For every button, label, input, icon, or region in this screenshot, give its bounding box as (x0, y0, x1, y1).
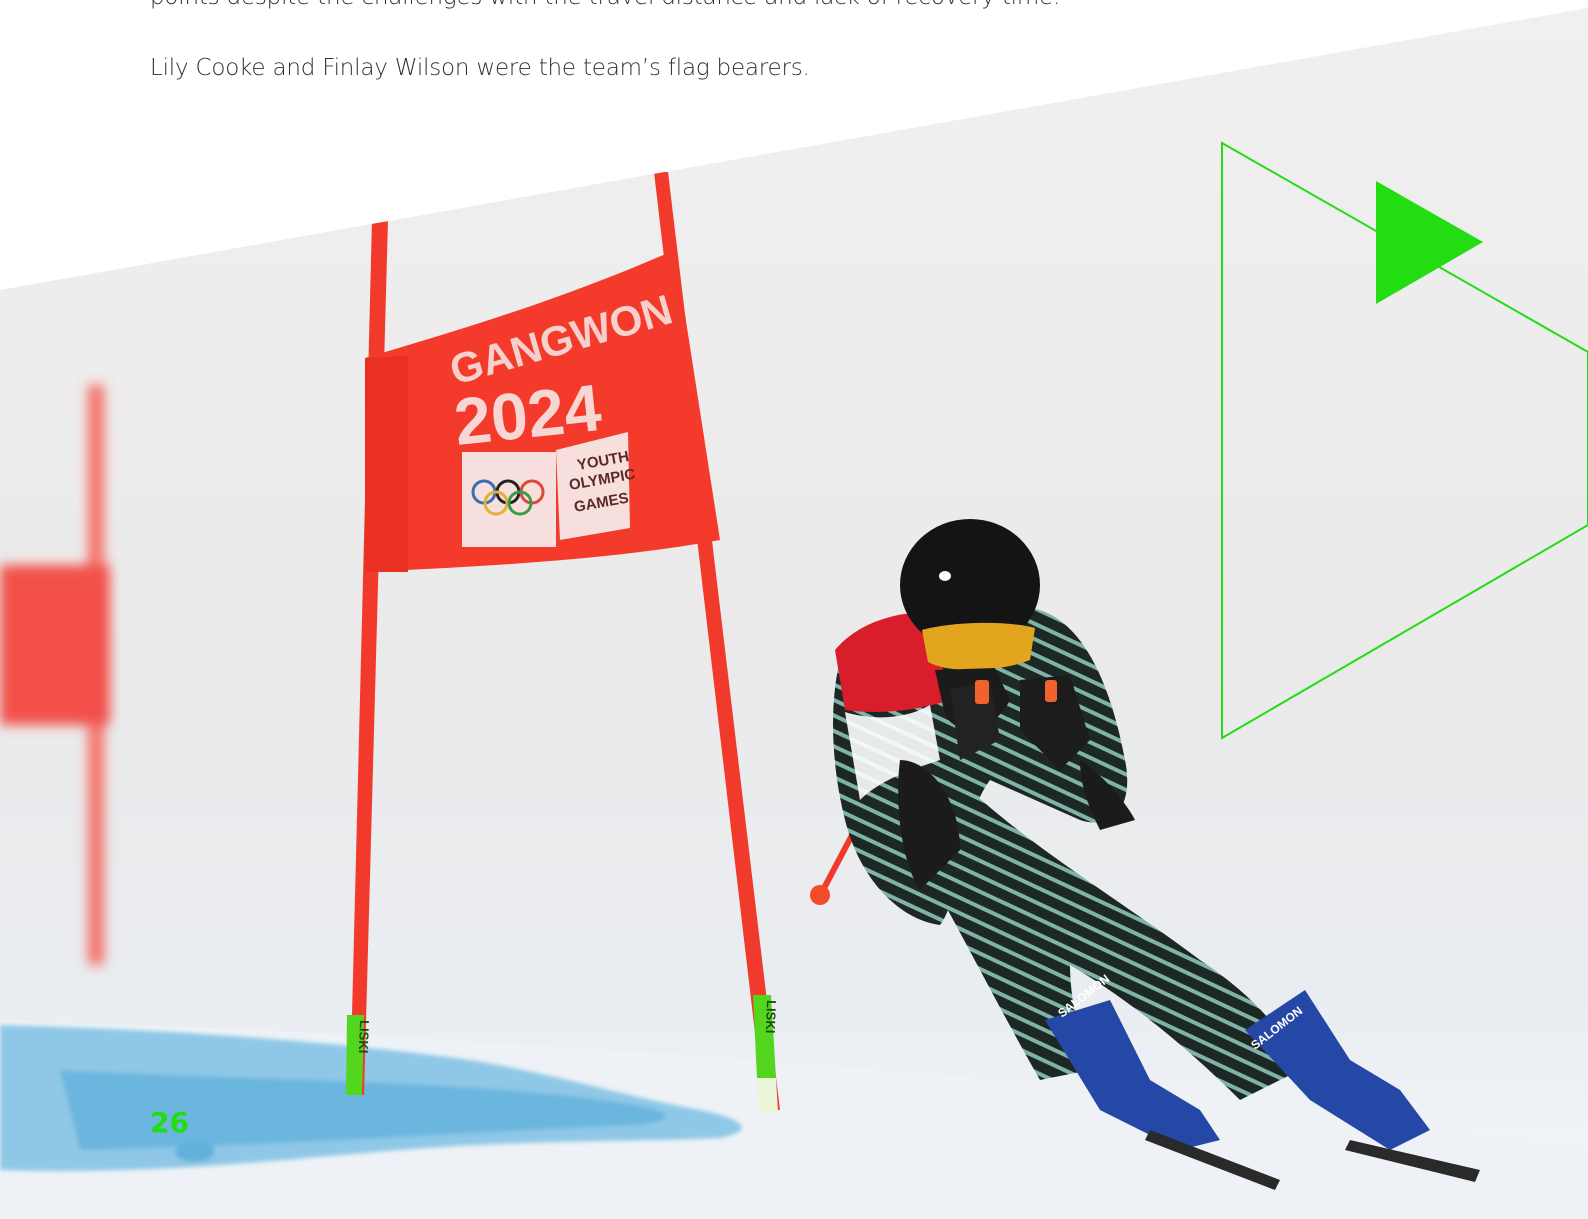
pole-marker-right: LISKI (763, 1000, 779, 1034)
pole-marker-left: LISKI (356, 1020, 372, 1054)
page-number: 26 (150, 1106, 189, 1139)
ski-race-photo: GANGWON 2024 YOUTH OLYMPIC GAMES LISKI L… (0, 8, 1588, 1219)
brochure-page: points despite the challenges with the t… (0, 0, 1588, 1219)
